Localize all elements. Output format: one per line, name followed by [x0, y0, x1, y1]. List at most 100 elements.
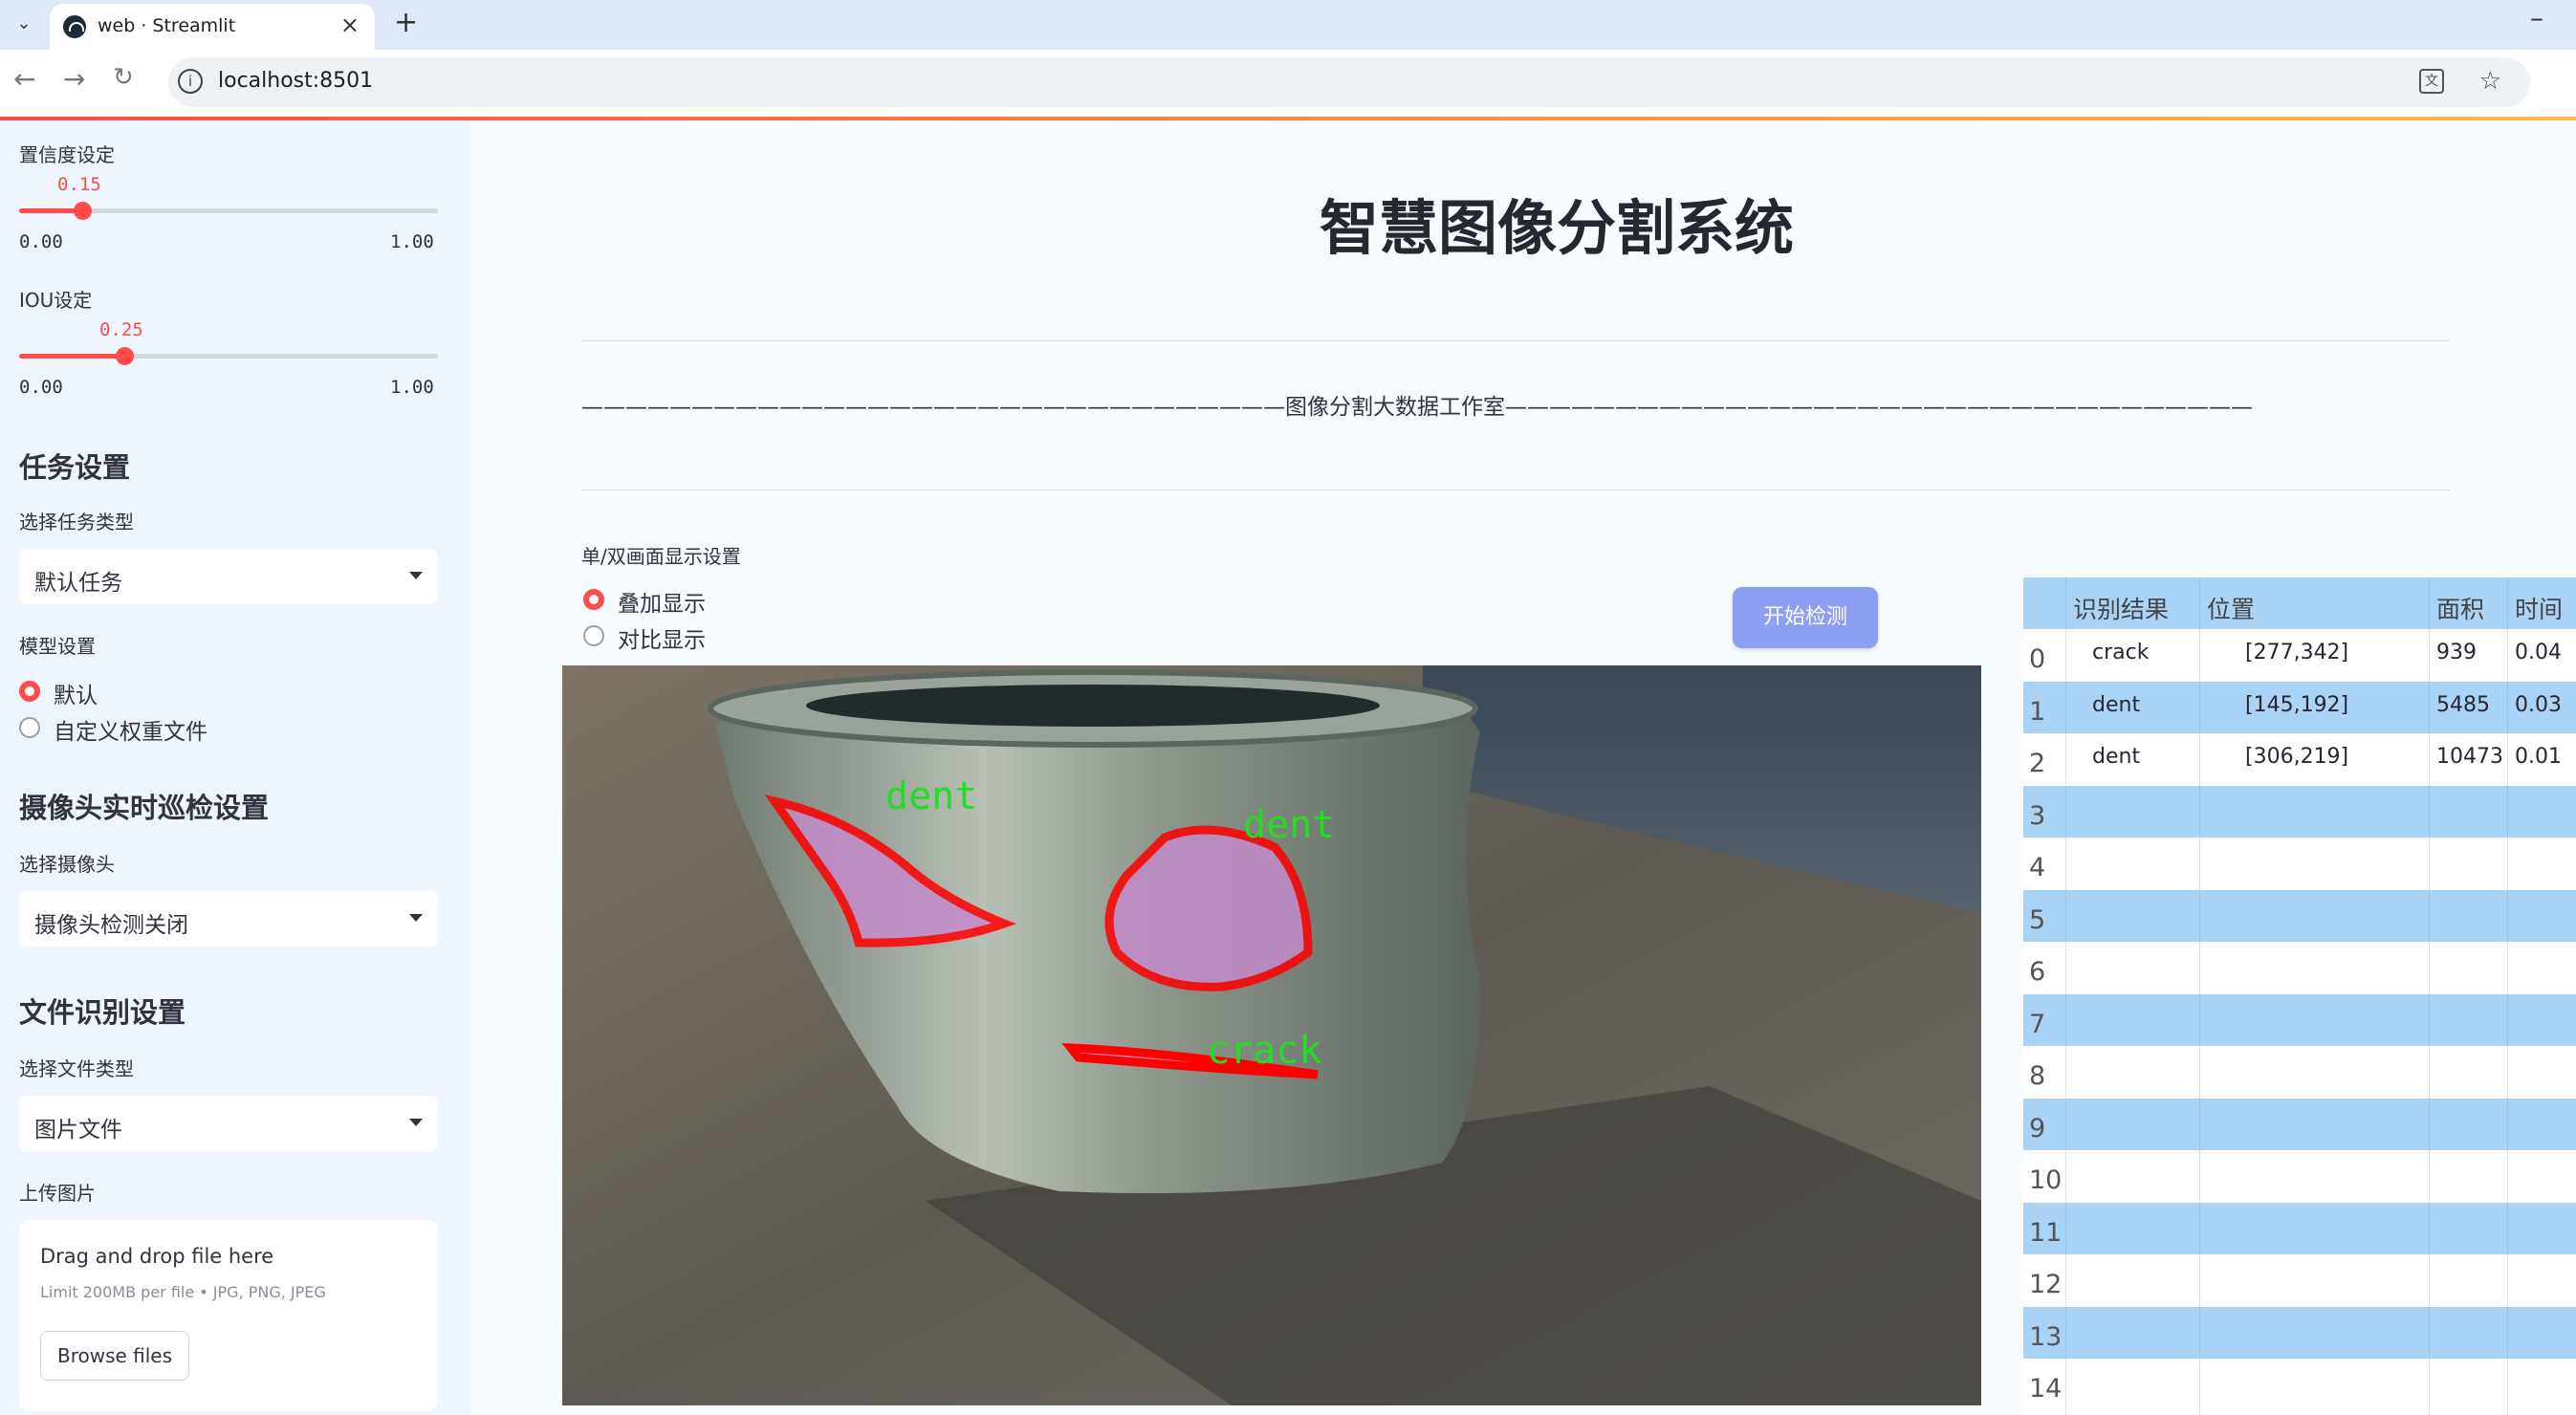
table-cell-time: 0.04: [2515, 641, 2562, 664]
confidence-slider-thumb[interactable]: [73, 202, 92, 220]
close-tab-icon[interactable]: ×: [340, 11, 360, 38]
column-separator: [2507, 577, 2508, 1415]
table-cell-pos: [306,219]: [2245, 745, 2349, 769]
column-header[interactable]: 时间: [2515, 591, 2563, 625]
file-dropzone[interactable]: Drag and drop file here Limit 200MB per …: [19, 1220, 438, 1411]
table-header: 识别结果 位置 面积 时间: [2023, 577, 2576, 629]
compare-display-radio[interactable]: [583, 625, 604, 646]
iou-max: 1.00: [390, 377, 434, 398]
camera-select[interactable]: 摄像头检测关闭: [19, 891, 438, 947]
chevron-down-icon: [409, 572, 423, 579]
iou-min: 0.00: [19, 377, 63, 398]
browser-tab[interactable]: web · Streamlit ×: [50, 4, 375, 50]
dropzone-title: Drag and drop file here: [40, 1245, 274, 1268]
confidence-max: 1.00: [390, 231, 434, 252]
confidence-value: 0.15: [57, 174, 101, 195]
camera-label: 选择摄像头: [19, 853, 115, 876]
results-table[interactable]: 识别结果 位置 面积 时间 0 crack [277,342] 939 0.04 1 den…: [2023, 577, 2576, 1415]
tab-search-chevron-icon[interactable]: ⌄: [10, 10, 38, 38]
streamlit-favicon-icon: [63, 15, 86, 38]
overlay-display-radio[interactable]: [583, 589, 604, 610]
model-default-label[interactable]: 默认: [54, 677, 98, 709]
divider: [581, 340, 2450, 341]
table-row[interactable]: 0 crack [277,342] 939 0.04: [2023, 629, 2576, 682]
table-row[interactable]: 14: [2023, 1359, 2576, 1411]
studio-banner: ————————————————————————————————图像分割大数据工…: [581, 395, 2253, 420]
iou-slider-fill: [19, 354, 124, 359]
table-cell-area: 5485: [2436, 692, 2490, 717]
table-cell-idx: 3: [2029, 800, 2046, 831]
detection-label-crack: crack: [1207, 1029, 1321, 1073]
table-cell-idx: 2: [2029, 749, 2046, 778]
table-row[interactable]: 10: [2023, 1150, 2576, 1203]
table-cell-time: 0.01: [2515, 745, 2562, 769]
table-cell-area: 939: [2436, 641, 2477, 664]
chevron-down-icon: [409, 914, 423, 922]
table-cell-idx: 11: [2029, 1217, 2063, 1248]
task-type-value: 默认任务: [34, 571, 122, 596]
task-type-select[interactable]: 默认任务: [19, 549, 438, 604]
table-row[interactable]: 8: [2023, 1046, 2576, 1099]
translate-icon[interactable]: 文: [2419, 69, 2444, 94]
bookmark-star-icon[interactable]: ☆: [2479, 67, 2501, 96]
file-type-label: 选择文件类型: [19, 1057, 134, 1080]
site-info-icon[interactable]: i: [178, 69, 203, 94]
table-row[interactable]: 13: [2023, 1306, 2576, 1359]
browser-toolbar: ← → ↻ i localhost:8501 文 ☆: [0, 50, 2576, 117]
model-default-radio[interactable]: [19, 681, 40, 702]
new-tab-icon[interactable]: +: [394, 6, 418, 39]
page-title: 智慧图像分割系统: [1319, 193, 1794, 263]
table-row[interactable]: 7: [2023, 993, 2576, 1046]
table-row[interactable]: 4: [2023, 838, 2576, 890]
table-cell-time: 0.03: [2515, 692, 2562, 717]
compare-display-label[interactable]: 对比显示: [618, 621, 706, 654]
forward-arrow-icon[interactable]: →: [63, 63, 85, 95]
upload-label: 上传图片: [19, 1182, 96, 1205]
segmentation-result-image: dent dent crack: [562, 665, 1981, 1405]
table-row[interactable]: 1 dent [145,192] 5485 0.03: [2023, 681, 2576, 733]
address-bar[interactable]: i localhost:8501 文 ☆: [168, 57, 2530, 107]
overlay-display-label[interactable]: 叠加显示: [618, 585, 706, 618]
model-label: 模型设置: [19, 635, 96, 658]
dropzone-limit: Limit 200MB per file • JPG, PNG, JPEG: [40, 1283, 326, 1301]
model-custom-label[interactable]: 自定义权重文件: [54, 713, 207, 746]
main-content: 智慧图像分割系统 ———————————————————————————————…: [470, 120, 2576, 1415]
table-cell-idx: 9: [2029, 1113, 2046, 1143]
table-cell-label: dent: [2092, 745, 2141, 769]
back-arrow-icon[interactable]: ←: [13, 63, 35, 95]
table-row[interactable]: 11: [2023, 1202, 2576, 1254]
detection-label-dent: dent: [885, 774, 977, 818]
column-header[interactable]: 识别结果: [2073, 591, 2169, 625]
column-header[interactable]: 面积: [2436, 591, 2484, 625]
confidence-min: 0.00: [19, 231, 63, 252]
browse-files-button[interactable]: Browse files: [40, 1331, 189, 1381]
table-row[interactable]: 2 dent [306,219] 10473 0.01: [2023, 733, 2576, 786]
table-cell-idx: 0: [2029, 644, 2046, 674]
task-type-label: 选择任务类型: [19, 511, 134, 533]
table-row[interactable]: 6: [2023, 942, 2576, 994]
table-row[interactable]: 9: [2023, 1098, 2576, 1150]
column-header[interactable]: 位置: [2207, 591, 2255, 625]
iou-label: IOU设定: [19, 289, 93, 312]
table-cell-idx: 13: [2029, 1321, 2063, 1352]
table-row[interactable]: 12: [2023, 1254, 2576, 1307]
url-text[interactable]: localhost:8501: [218, 69, 373, 93]
confidence-slider[interactable]: [19, 202, 438, 220]
table-cell-pos: [145,192]: [2245, 692, 2349, 717]
display-mode-label: 单/双画面显示设置: [581, 545, 741, 568]
column-separator: [2199, 577, 2200, 1415]
file-type-value: 图片文件: [34, 1118, 122, 1143]
table-cell-idx: 6: [2029, 957, 2046, 987]
iou-slider[interactable]: [19, 347, 438, 365]
file-type-select[interactable]: 图片文件: [19, 1096, 438, 1151]
iou-slider-thumb[interactable]: [115, 347, 134, 365]
reload-icon[interactable]: ↻: [113, 63, 134, 92]
table-row[interactable]: 3: [2023, 785, 2576, 838]
minimize-window-icon[interactable]: –: [2530, 2, 2543, 33]
model-custom-radio[interactable]: [19, 717, 40, 738]
column-separator: [2065, 577, 2066, 1415]
start-detection-button[interactable]: 开始检测: [1733, 587, 1878, 648]
confidence-slider-fill: [19, 208, 82, 213]
table-cell-label: dent: [2092, 692, 2141, 717]
table-row[interactable]: 5: [2023, 889, 2576, 942]
